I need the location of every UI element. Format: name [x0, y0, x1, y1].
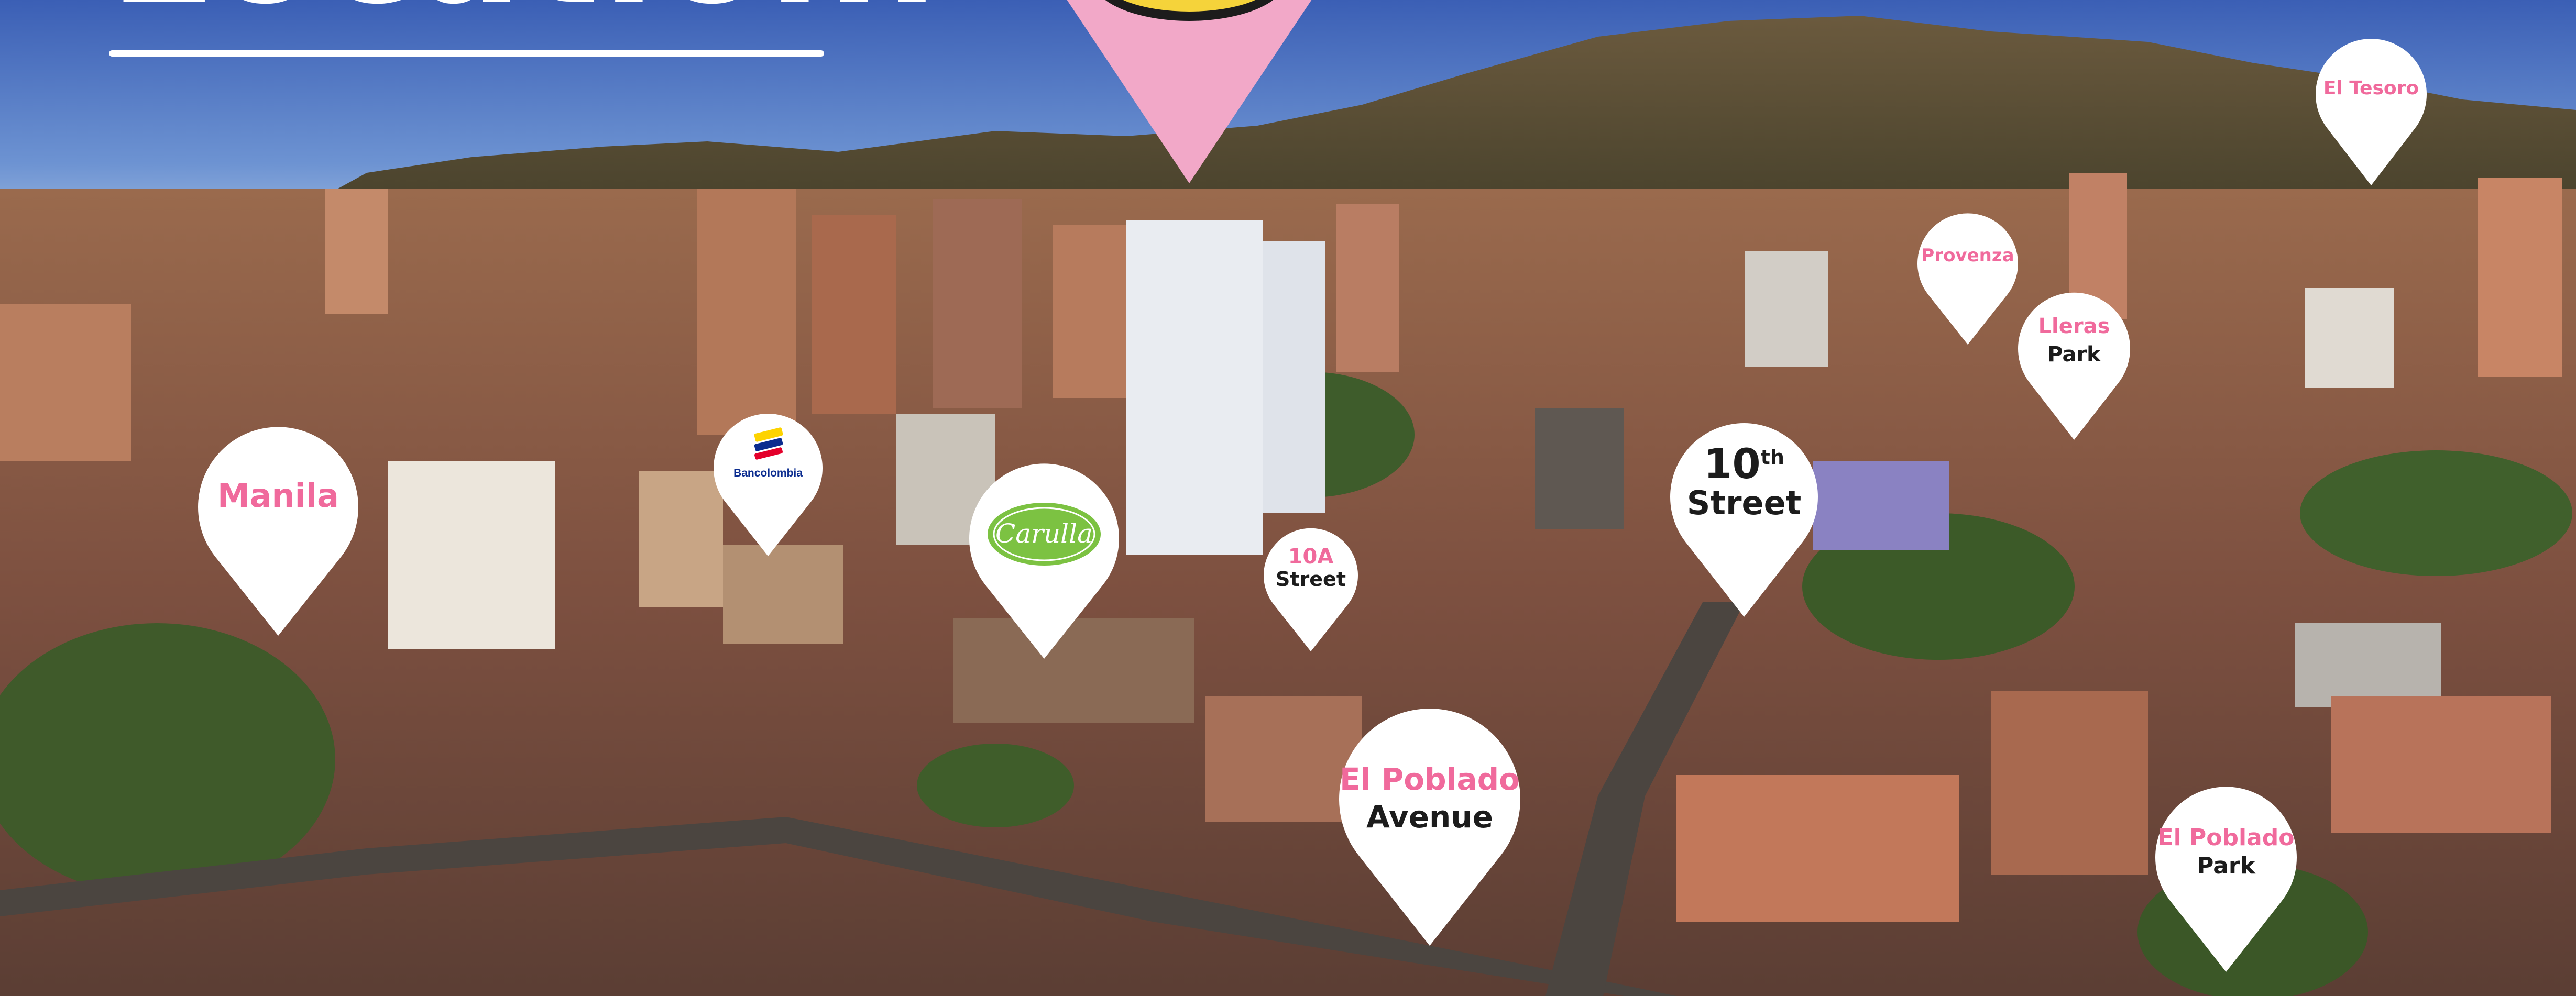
pin-label: Provenza: [1921, 245, 2014, 266]
pin-label-line1: Lleras: [2038, 314, 2110, 338]
pin-label-line1: 10A: [1288, 545, 1334, 569]
project-location-marker: [1053, 0, 1325, 183]
map-pin-icon: [1917, 213, 2018, 345]
pin-el-tesoro[interactable]: El Tesoro: [2316, 34, 2427, 185]
pin-lleras-park[interactable]: Lleras Park: [2018, 287, 2130, 440]
pin-label-line1: 10th: [1704, 441, 1784, 488]
map-pin-icon: [969, 463, 1119, 659]
location-map-image: Location. Manila Bancolombia: [0, 0, 2576, 996]
bancolombia-logo: [752, 427, 785, 462]
pin-manila[interactable]: Manila: [198, 419, 358, 636]
headline-title: Location.: [109, 0, 944, 26]
pin-label-line2: Street: [1686, 484, 1802, 522]
bancolombia-logo-text: Bancolombia: [733, 467, 803, 479]
pin-10th-street[interactable]: 10th Street: [1670, 415, 1818, 617]
pin-label-line2: Avenue: [1366, 799, 1493, 835]
pin-el-poblado-park[interactable]: El Poblado Park: [2155, 779, 2297, 972]
pin-label-line2: Park: [2197, 853, 2255, 879]
pin-label-line2: Street: [1276, 568, 1346, 591]
pin-label-line1: El Poblado: [2157, 824, 2295, 851]
pin-label-line2: Park: [2047, 342, 2101, 367]
pin-bancolombia[interactable]: Bancolombia: [714, 408, 823, 556]
pin-el-poblado-avenue[interactable]: El Poblado Avenue: [1339, 700, 1520, 946]
pin-10a-street[interactable]: 10A Street: [1264, 524, 1358, 651]
pin-carulla[interactable]: Carulla: [969, 456, 1119, 659]
pin-label-line1: El Poblado: [1340, 761, 1520, 797]
pin-provenza[interactable]: Provenza: [1917, 208, 2018, 345]
map-pin-icon: [2316, 39, 2427, 185]
headline-underline: [109, 50, 824, 57]
pin-label: Manila: [217, 477, 339, 515]
carulla-logo-text: Carulla: [995, 518, 1093, 549]
pin-label: El Tesoro: [2323, 78, 2419, 99]
map-pin-icon: [198, 427, 358, 636]
